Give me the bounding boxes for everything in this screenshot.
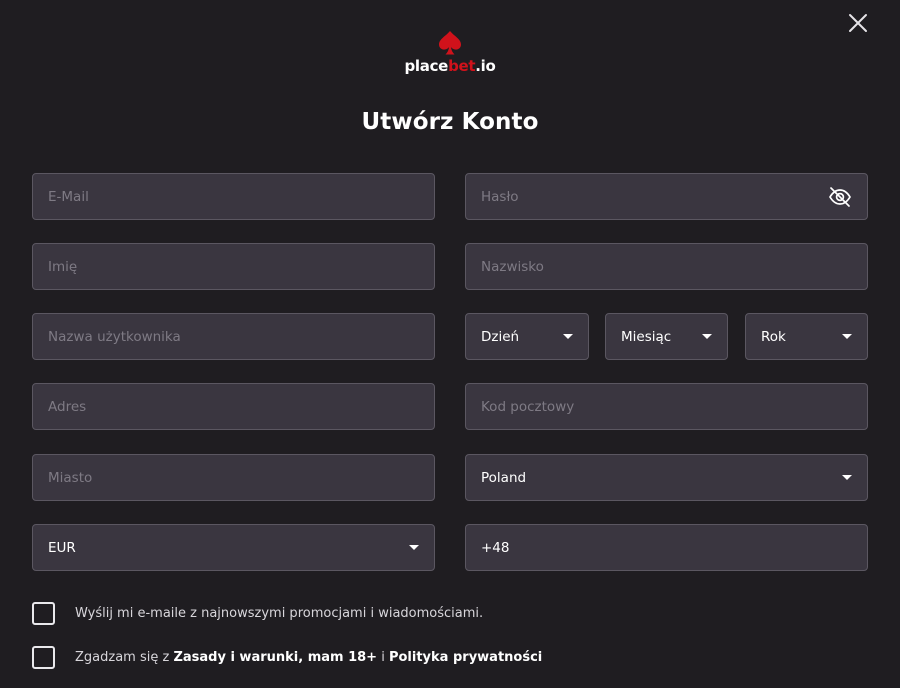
privacy-link[interactable]: Polityka prywatności xyxy=(389,650,542,665)
username-input[interactable] xyxy=(48,328,419,345)
terms-checkbox[interactable] xyxy=(32,646,55,669)
terms-consent: Zgadzam się z Zasady i warunki, mam 18+ … xyxy=(32,646,542,669)
postal-code-field[interactable] xyxy=(465,383,868,430)
month-select[interactable]: Miesiąc xyxy=(605,313,728,360)
email-field[interactable] xyxy=(32,173,435,220)
year-select[interactable]: Rok xyxy=(745,313,868,360)
country-select[interactable]: Poland xyxy=(465,454,868,501)
address-field[interactable] xyxy=(32,383,435,430)
first-name-input[interactable] xyxy=(48,258,419,275)
first-name-field[interactable] xyxy=(32,243,435,290)
hide-password-icon[interactable] xyxy=(828,185,852,209)
phone-field[interactable]: +48 xyxy=(465,524,868,571)
city-input[interactable] xyxy=(48,469,419,486)
terms-label: Zgadzam się z Zasady i warunki, mam 18+ … xyxy=(75,650,543,665)
day-select[interactable]: Dzień xyxy=(465,313,589,360)
chevron-down-icon xyxy=(702,334,712,339)
last-name-input[interactable] xyxy=(481,258,852,275)
chevron-down-icon xyxy=(409,545,419,550)
currency-select-value: EUR xyxy=(48,539,76,556)
chevron-down-icon xyxy=(842,475,852,480)
username-field[interactable] xyxy=(32,313,435,360)
logo-wordmark: placebet.io xyxy=(404,57,496,75)
city-field[interactable] xyxy=(32,454,435,501)
newsletter-checkbox[interactable] xyxy=(32,602,55,625)
year-select-value: Rok xyxy=(761,328,786,345)
terms-link[interactable]: Zasady i warunki, mam 18+ xyxy=(173,650,377,665)
phone-prefix: +48 xyxy=(481,539,510,556)
chevron-down-icon xyxy=(563,334,573,339)
password-field[interactable] xyxy=(465,173,868,220)
month-select-value: Miesiąc xyxy=(621,328,672,345)
newsletter-consent: Wyślij mi e-maile z najnowszymi promocja… xyxy=(32,602,483,625)
address-input[interactable] xyxy=(48,398,419,415)
spade-icon xyxy=(439,31,461,55)
currency-select[interactable]: EUR xyxy=(32,524,435,571)
page-title: Utwórz Konto xyxy=(361,109,539,135)
chevron-down-icon xyxy=(842,334,852,339)
logo: placebet.io xyxy=(0,30,900,82)
email-input[interactable] xyxy=(48,188,419,205)
day-select-value: Dzień xyxy=(481,328,520,345)
last-name-field[interactable] xyxy=(465,243,868,290)
country-select-value: Poland xyxy=(481,469,527,486)
password-input[interactable] xyxy=(481,188,828,205)
newsletter-label: Wyślij mi e-maile z najnowszymi promocja… xyxy=(75,606,484,621)
postal-code-input[interactable] xyxy=(481,398,852,415)
